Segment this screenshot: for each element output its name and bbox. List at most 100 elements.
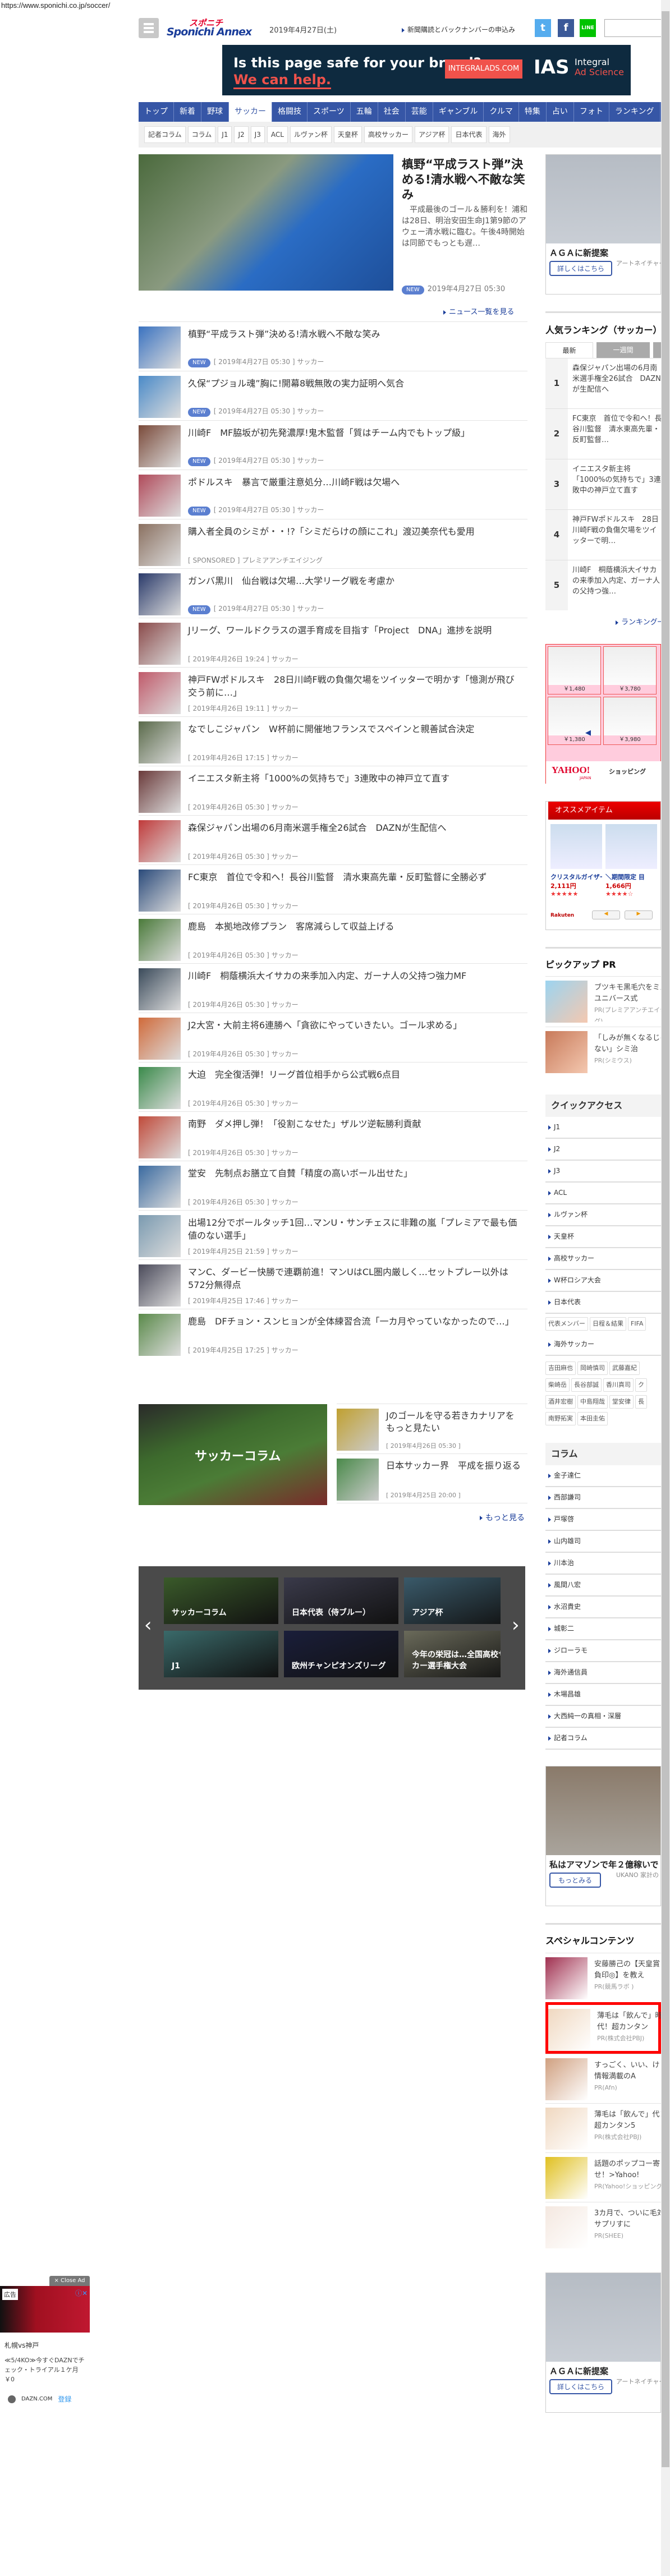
news-item[interactable]: FC東京 首位で令和へ！長谷川監督 清水東高先輩・反町監督に全勝必ず [ 2019… (139, 864, 527, 914)
subscribe-link[interactable]: 新聞購読とバックナンバーの申込み (402, 25, 515, 34)
column-banner[interactable]: サッカーコラム (139, 1404, 327, 1505)
news-title[interactable]: ポドルスキ 暴言で厳重注意処分…川崎F戦は欠場へ (188, 476, 522, 489)
special-thumbnail[interactable] (545, 2157, 588, 2199)
quick-access-item[interactable]: ルヴァン杯 (545, 1204, 661, 1226)
subnav-item[interactable]: ACL (267, 126, 288, 143)
tab-week[interactable]: 一週間 (596, 342, 650, 358)
special-item[interactable]: 薄毛は「飲んで」時代！超カンタン PR(株式会社PBJ) (545, 2002, 661, 2054)
osusume-name[interactable]: クリスタルガイザー (550, 872, 602, 881)
column-thumbnail[interactable] (337, 1409, 379, 1451)
news-thumbnail[interactable] (139, 623, 181, 665)
news-item[interactable]: 鹿島 本拠地改修プラン 客席減らして収益上げる [ 2019年4月26日 05:3… (139, 914, 527, 963)
aga-ad-2[interactable]: ＡＧＡに新提案 詳しくはこちら アートネイチャー (545, 2273, 661, 2413)
menu-button[interactable] (139, 18, 159, 38)
ranking-title[interactable]: 神戸FWポドルスキ 28日川崎F戦の負傷欠場をツイッターで明… (572, 514, 661, 546)
news-item[interactable]: なでしこジャパン W杯前に開催地フランスでスペインと親善試合決定 [ 2019年4… (139, 716, 527, 766)
carousel-tile[interactable]: アジア杯 (404, 1577, 501, 1624)
news-item[interactable]: Jリーグ、ワールドクラスの選手育成を目指す「Project DNA」進捗を説明 [… (139, 618, 527, 667)
quick-access-item[interactable]: J2 (545, 1139, 661, 1161)
nav-item[interactable]: 特集 (519, 102, 547, 122)
subnav-item[interactable]: J1 (218, 126, 232, 143)
player-tag[interactable]: 香川真司 (603, 1378, 634, 1392)
quick-access-item[interactable]: 川本治 (545, 1553, 661, 1575)
news-title[interactable]: 森保ジャパン出場の6月南米選手権全26試合 DAZNが生配信へ (188, 821, 522, 834)
nav-item[interactable]: 社会 (378, 102, 406, 122)
quick-access-item[interactable]: 風間八宏 (545, 1575, 661, 1597)
tag[interactable]: 代表メンバー (545, 1317, 588, 1331)
special-thumbnail[interactable] (545, 2206, 588, 2248)
subnav-item[interactable]: 高校サッカー (364, 126, 412, 143)
ranking-item[interactable]: 3 イニエスタ新主将「1000%の気持ちで」3連敗中の神戸立て直す (545, 459, 661, 509)
player-tag[interactable]: 本田圭佑 (577, 1412, 608, 1425)
special-text[interactable]: 3カ月で、ついに毛対策サプリすに PR(SHEE) (594, 2208, 661, 2247)
news-item[interactable]: 川崎F MF脇坂が初先発濃厚!鬼木監督「質はチーム内でもトップ級」 NEW[ 20… (139, 420, 527, 470)
player-tag[interactable]: 酒井宏樹 (545, 1395, 576, 1409)
quick-access-item[interactable]: 水沼貴史 (545, 1597, 661, 1618)
pickup-thumbnail[interactable] (545, 1031, 588, 1073)
quick-access-item[interactable]: 戸塚啓 (545, 1509, 661, 1531)
special-item[interactable]: 安藤勝己の【天皇賞 勝負印◎】を教え PR(競馬ラボ ) (545, 1953, 661, 2002)
news-thumbnail[interactable] (139, 425, 181, 467)
ranking-item[interactable]: 2 FC東京 首位で令和へ！長谷川監督 清水東高先輩・反町監督… (545, 408, 661, 459)
quick-access-item[interactable]: J3 (545, 1161, 661, 1183)
news-title[interactable]: 購入者全員のシミが・・!?「シミだらけの顔にこれ」渡辺美奈代も愛用 (188, 525, 522, 538)
quick-access-item[interactable]: 海外サッカー (545, 1334, 661, 1356)
close-ad-button[interactable]: × Close Ad (49, 2276, 90, 2286)
quick-access-item[interactable]: 日本代表 (545, 1292, 661, 1314)
news-thumbnail[interactable] (139, 771, 181, 813)
special-thumbnail[interactable] (545, 2058, 588, 2100)
news-item[interactable]: 神戸FWポドルスキ 28日川崎F戦の負傷欠場をツイッターで明かす「憶測が飛び交う… (139, 667, 527, 716)
special-title[interactable]: すっごく、いい、け！情報満載のA (594, 2060, 661, 2082)
nav-item[interactable]: クルマ (484, 102, 519, 122)
special-item[interactable]: 話題のポップコー寄せ！>Yahoo! PR(Yahoo!ショッピング) (545, 2152, 661, 2202)
news-item[interactable]: ポドルスキ 暴言で厳重注意処分…川崎F戦は欠場へ NEW[ 2019年4月27日 … (139, 470, 527, 519)
news-thumbnail[interactable] (139, 1018, 181, 1060)
news-title[interactable]: 神戸FWポドルスキ 28日川崎F戦の負傷欠場をツイッターで明かす「憶測が飛び交う… (188, 673, 522, 699)
scrollbar-thumb[interactable] (662, 11, 669, 2467)
nav-item[interactable]: 格闘技 (272, 102, 308, 122)
news-title[interactable]: ガンバ黒川 仙台戦は欠場…大学リーグ戦を考慮か (188, 574, 522, 587)
news-item[interactable]: 鹿島 DFチョン・スンヒョンが全体練習合流「一カ月やっていなかったので…」 [ 2… (139, 1309, 527, 1358)
nav-item[interactable]: ギャンブル (433, 102, 484, 122)
osusume-item[interactable]: クリスタルガイザー 2,111円 ★★★★★ (550, 824, 602, 908)
special-thumbnail[interactable] (548, 2009, 590, 2051)
news-thumbnail[interactable] (139, 1314, 181, 1356)
news-title[interactable]: マンC、ダービー快勝で連覇前進！マンUはCL圏内厳しく…セットプレー以外は572… (188, 1266, 522, 1291)
ranking-title[interactable]: 森保ジャパン出場の6月南米選手権全26試合 DAZNが生配信へ (572, 363, 661, 395)
news-thumbnail[interactable] (139, 820, 181, 862)
news-thumbnail[interactable] (139, 326, 181, 369)
nav-item[interactable]: トップ (139, 102, 174, 122)
ranking-title[interactable]: FC東京 首位で令和へ！長谷川監督 清水東高先輩・反町監督… (572, 413, 661, 445)
special-text[interactable]: 安藤勝己の【天皇賞 勝負印◎】を教え PR(競馬ラボ ) (594, 1959, 661, 1998)
player-tag[interactable]: 武藤嘉紀 (609, 1361, 640, 1375)
scrollbar[interactable] (661, 0, 670, 2576)
aga-ad-button[interactable]: 詳しくはこちら (549, 261, 613, 276)
news-item[interactable]: 南野 ダメ押し弾！「役割こなせた」ザルツ逆転勝利貢献 [ 2019年4月26日 0… (139, 1111, 527, 1161)
quick-access-item[interactable]: 西部謙司 (545, 1487, 661, 1509)
carousel-tile[interactable]: 今年の栄冠は…全国高校サッカー選手権大会 (404, 1631, 501, 1677)
news-item[interactable]: 川崎F 桐蔭横浜大イサカの来季加入内定、ガーナ人の父持つ強力MF [ 2019年4… (139, 963, 527, 1013)
quick-access-item[interactable]: W杯ロシア大会 (545, 1270, 661, 1292)
subnav-item[interactable]: 海外 (488, 126, 510, 143)
ranking-title[interactable]: イニエスタ新主将「1000%の気持ちで」3連敗中の神戸立て直す (572, 464, 661, 496)
subnav-item[interactable]: アジア杯 (414, 126, 449, 143)
carousel-tile[interactable]: 欧州チャンピオンズリーグ (284, 1631, 398, 1677)
ranking-item[interactable]: 4 神戸FWポドルスキ 28日川崎F戦の負傷欠場をツイッターで明… (545, 509, 661, 560)
carousel-prev-icon[interactable]: ‹ (144, 1614, 152, 1636)
pickup-item[interactable]: 「しみが無くなるじゃない」シミ治 PR(シミウス) (545, 1027, 661, 1077)
quick-access-item[interactable]: ACL (545, 1183, 661, 1204)
news-thumbnail[interactable] (139, 475, 181, 517)
player-tag[interactable]: 南野拓実 (545, 1412, 576, 1425)
news-title[interactable]: 川崎F 桐蔭横浜大イサカの来季加入内定、ガーナ人の父持つ強力MF (188, 969, 522, 982)
quick-access-item[interactable]: 金子達仁 (545, 1465, 661, 1487)
quick-access-item[interactable]: 大西純一の真相・深層 (545, 1706, 661, 1728)
news-title[interactable]: イニエスタ新主将「1000%の気持ちで」3連敗中の神戸立て直す (188, 772, 522, 785)
amazon-ad-button[interactable]: もっとみる (549, 1873, 602, 1888)
nav-item[interactable]: 野球 (201, 102, 229, 122)
news-title[interactable]: Jリーグ、ワールドクラスの選手育成を目指す「Project DNA」進捗を説明 (188, 624, 522, 637)
news-item[interactable]: J2大宮・大前主将6連勝へ「貪欲にやっていきたい。ゴール求める」 [ 2019年4… (139, 1013, 527, 1062)
special-title[interactable]: 話題のポップコー寄せ！>Yahoo! (594, 2159, 661, 2181)
site-logo[interactable]: スポニチ Sponichi Annex (167, 17, 262, 39)
tab-latest[interactable]: 最新 (545, 342, 593, 358)
special-title[interactable]: 安藤勝己の【天皇賞 勝負印◎】を教え (594, 1959, 661, 1981)
